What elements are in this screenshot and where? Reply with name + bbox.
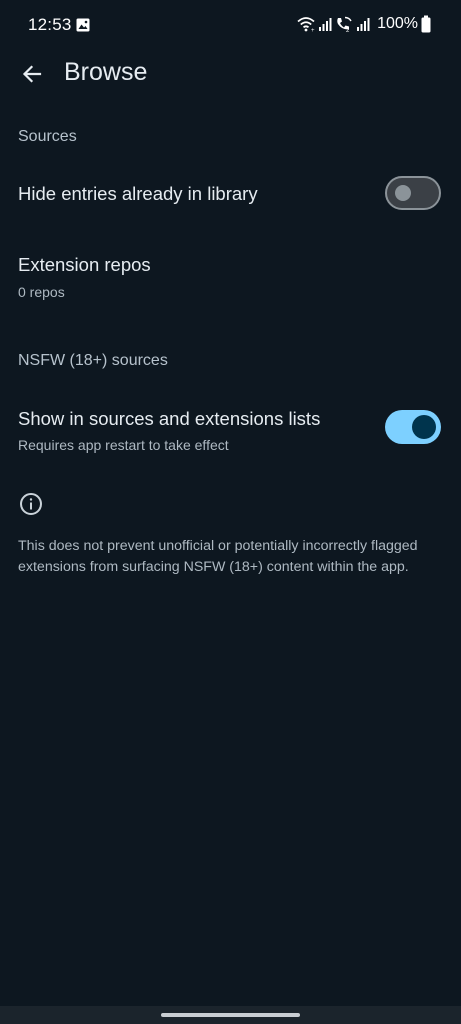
status-bar: 12:53 + 2 100%: [0, 0, 461, 52]
status-icons: + 2 100%: [297, 13, 431, 35]
show-nsfw-label: Show in sources and extensions lists: [18, 408, 321, 429]
show-nsfw-setting[interactable]: Show in sources and extensions lists Req…: [0, 394, 461, 464]
page-title: Browse: [64, 58, 148, 86]
battery-percent: 100%: [377, 15, 418, 32]
gesture-handle[interactable]: [161, 1013, 300, 1017]
top-app-bar: Browse: [0, 52, 461, 96]
extension-repos-count: 0 repos: [18, 284, 65, 300]
svg-text:+: +: [311, 28, 315, 32]
back-button[interactable]: [18, 60, 46, 88]
svg-text:2: 2: [346, 28, 350, 32]
signal-icon: [357, 18, 370, 31]
info-icon: [20, 493, 42, 515]
section-header-sources: Sources: [18, 128, 77, 145]
section-header-nsfw: NSFW (18+) sources: [18, 352, 168, 369]
wifi-call-icon: 2: [337, 16, 352, 32]
signal-icon: [319, 18, 332, 31]
browse-settings-screen: 12:53 + 2 100% Browse Sources Hide entri…: [0, 0, 461, 1024]
extension-repos-setting[interactable]: Extension repos 0 repos: [0, 240, 461, 306]
wifi-icon: +: [297, 17, 315, 32]
arrow-left-icon: [22, 65, 42, 83]
extension-repos-label: Extension repos: [18, 254, 151, 275]
switch-knob: [395, 185, 411, 201]
hide-entries-setting[interactable]: Hide entries already in library: [0, 166, 461, 222]
show-nsfw-switch[interactable]: [385, 410, 441, 444]
status-time: 12:53: [28, 15, 72, 34]
hide-entries-switch[interactable]: [385, 176, 441, 210]
battery-icon: [421, 15, 431, 33]
show-nsfw-subtitle: Requires app restart to take effect: [18, 437, 229, 453]
nsfw-info-text: This does not prevent unofficial or pote…: [18, 538, 418, 575]
switch-knob: [412, 415, 436, 439]
hide-entries-label: Hide entries already in library: [18, 183, 258, 204]
gallery-icon: [76, 18, 90, 32]
